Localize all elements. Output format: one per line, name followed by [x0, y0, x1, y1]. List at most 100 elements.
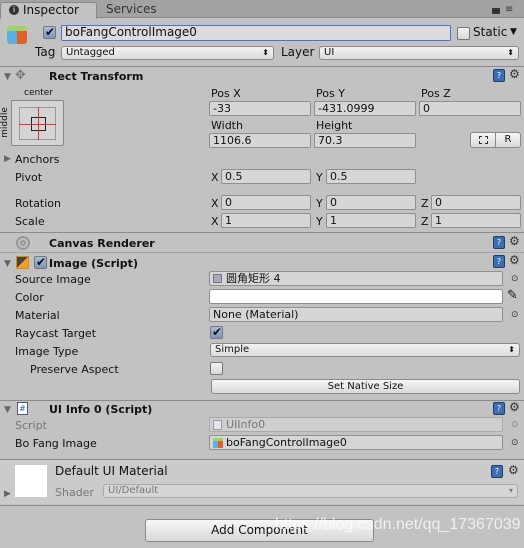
image-type-dropdown[interactable]: Simple ⬍ [210, 343, 520, 357]
dotted-rect-icon [478, 136, 488, 144]
script-label: Script [15, 419, 47, 432]
gear-icon[interactable]: ⚙ [508, 463, 519, 477]
gear-icon[interactable]: ⚙ [509, 400, 520, 414]
foldout-icon[interactable]: ▶ [4, 489, 11, 499]
help-icon[interactable]: ? [493, 69, 505, 82]
shader-value: UI/Default [108, 485, 159, 496]
anchor-preset-button[interactable] [11, 100, 64, 146]
canvas-renderer-title: Canvas Renderer [49, 237, 155, 250]
object-picker-icon[interactable]: ⊙ [511, 438, 519, 448]
preserve-aspect-checkbox[interactable] [210, 362, 223, 375]
color-label: Color [15, 291, 44, 304]
tag-dropdown[interactable]: Untagged ⬍ [61, 46, 274, 60]
help-icon[interactable]: ? [491, 465, 503, 478]
canvas-renderer-icon [16, 236, 30, 250]
sprite-icon [213, 274, 222, 283]
updown-icon: ⬍ [262, 48, 269, 57]
height-field[interactable]: 70.3 [314, 133, 416, 148]
info-icon: i [9, 5, 19, 15]
tab-services[interactable]: Services [106, 3, 157, 16]
gear-icon[interactable]: ⚙ [509, 253, 520, 267]
source-image-field[interactable]: 圆角矩形 4 [209, 271, 503, 286]
scale-x-field[interactable]: 1 [221, 213, 311, 228]
static-label: Static [473, 25, 508, 39]
rotation-x-field[interactable]: 0 [221, 195, 311, 210]
shader-label: Shader [55, 486, 94, 499]
gear-icon[interactable]: ⚙ [509, 67, 520, 81]
gear-icon[interactable]: ⚙ [509, 234, 520, 248]
divider [0, 505, 524, 506]
anchors-label[interactable]: Anchors [15, 153, 60, 166]
tab-inspector[interactable]: i Inspector [0, 2, 97, 19]
image-enabled-checkbox[interactable] [34, 255, 47, 269]
name-field[interactable]: boFangControlImage0 [61, 25, 451, 41]
pos-x-label: Pos X [211, 87, 241, 100]
material-field[interactable]: None (Material) [209, 307, 503, 322]
rotation-label: Rotation [15, 197, 62, 210]
gameobject-icon [7, 26, 27, 44]
object-picker-icon[interactable]: ⊙ [511, 274, 519, 284]
script-value: UIInfo0 [226, 418, 266, 431]
raycast-target-checkbox[interactable] [210, 325, 223, 339]
divider [0, 400, 524, 401]
color-field[interactable] [209, 289, 503, 304]
menu-icon[interactable]: ≡ [505, 4, 513, 15]
pivot-label: Pivot [15, 171, 43, 184]
image-type-label: Image Type [15, 345, 79, 358]
raycast-target-label: Raycast Target [15, 327, 97, 340]
axis-x-label: X [211, 197, 219, 210]
anchors-foldout-icon[interactable]: ▶ [4, 154, 11, 164]
eyedropper-icon[interactable]: ✎ [507, 288, 518, 303]
scale-label: Scale [15, 215, 45, 228]
shader-dropdown: UI/Default ▾ [103, 484, 518, 498]
rotation-z-field[interactable]: 0 [431, 195, 521, 210]
dropdown-arrow-icon: ▾ [508, 486, 513, 495]
pivot-y-field[interactable]: 0.5 [326, 169, 416, 184]
divider [0, 66, 524, 67]
bo-fang-image-value: boFangControlImage0 [226, 436, 347, 449]
ui-info-title: UI Info 0 (Script) [49, 403, 153, 416]
rotation-y-field[interactable]: 0 [326, 195, 416, 210]
axis-y-label: Y [316, 171, 323, 184]
layer-dropdown[interactable]: UI ⬍ [319, 46, 519, 60]
axis-z-label: Z [421, 197, 429, 210]
image-title: Image (Script) [49, 257, 138, 270]
layer-value: UI [324, 47, 335, 58]
layer-label: Layer [281, 45, 315, 59]
set-native-size-button[interactable]: Set Native Size [211, 379, 520, 394]
foldout-icon[interactable]: ▼ [4, 405, 11, 415]
raw-edit-button[interactable]: R [495, 132, 521, 148]
axis-z-label: Z [421, 215, 429, 228]
help-icon[interactable]: ? [493, 255, 505, 268]
scale-z-field[interactable]: 1 [431, 213, 521, 228]
object-picker-icon[interactable]: ⊙ [511, 310, 519, 320]
pos-y-label: Pos Y [316, 87, 345, 100]
bo-fang-image-field[interactable]: boFangControlImage0 [209, 435, 503, 450]
blueprint-mode-button[interactable] [470, 132, 496, 148]
foldout-icon[interactable]: ▼ [4, 259, 11, 269]
foldout-icon[interactable]: ▼ [4, 72, 11, 82]
material-preview [15, 465, 47, 497]
help-icon[interactable]: ? [493, 236, 505, 249]
image-component-icon [16, 256, 29, 269]
static-dropdown-icon[interactable]: ▼ [510, 27, 517, 37]
divider [0, 232, 524, 233]
lock-icon[interactable] [492, 8, 500, 14]
pivot-x-field[interactable]: 0.5 [221, 169, 311, 184]
width-field[interactable]: 1106.6 [209, 133, 311, 148]
rect-transform-icon: ✥ [15, 68, 26, 83]
axis-y-label: Y [316, 215, 323, 228]
watermark: https://blog.csdn.net/qq_17367039 [275, 516, 521, 533]
anchor-v-line [38, 107, 39, 140]
scale-y-field[interactable]: 1 [326, 213, 416, 228]
help-icon[interactable]: ? [493, 402, 505, 415]
active-checkbox[interactable] [43, 25, 56, 39]
tag-value: Untagged [66, 47, 115, 58]
pos-x-field[interactable]: -33 [209, 101, 311, 116]
pos-y-field[interactable]: -431.0999 [314, 101, 416, 116]
tag-label: Tag [35, 45, 56, 59]
pos-z-field[interactable]: 0 [419, 101, 521, 116]
static-checkbox[interactable] [457, 27, 470, 40]
material-label: Material [15, 309, 60, 322]
axis-y-label: Y [316, 197, 323, 210]
